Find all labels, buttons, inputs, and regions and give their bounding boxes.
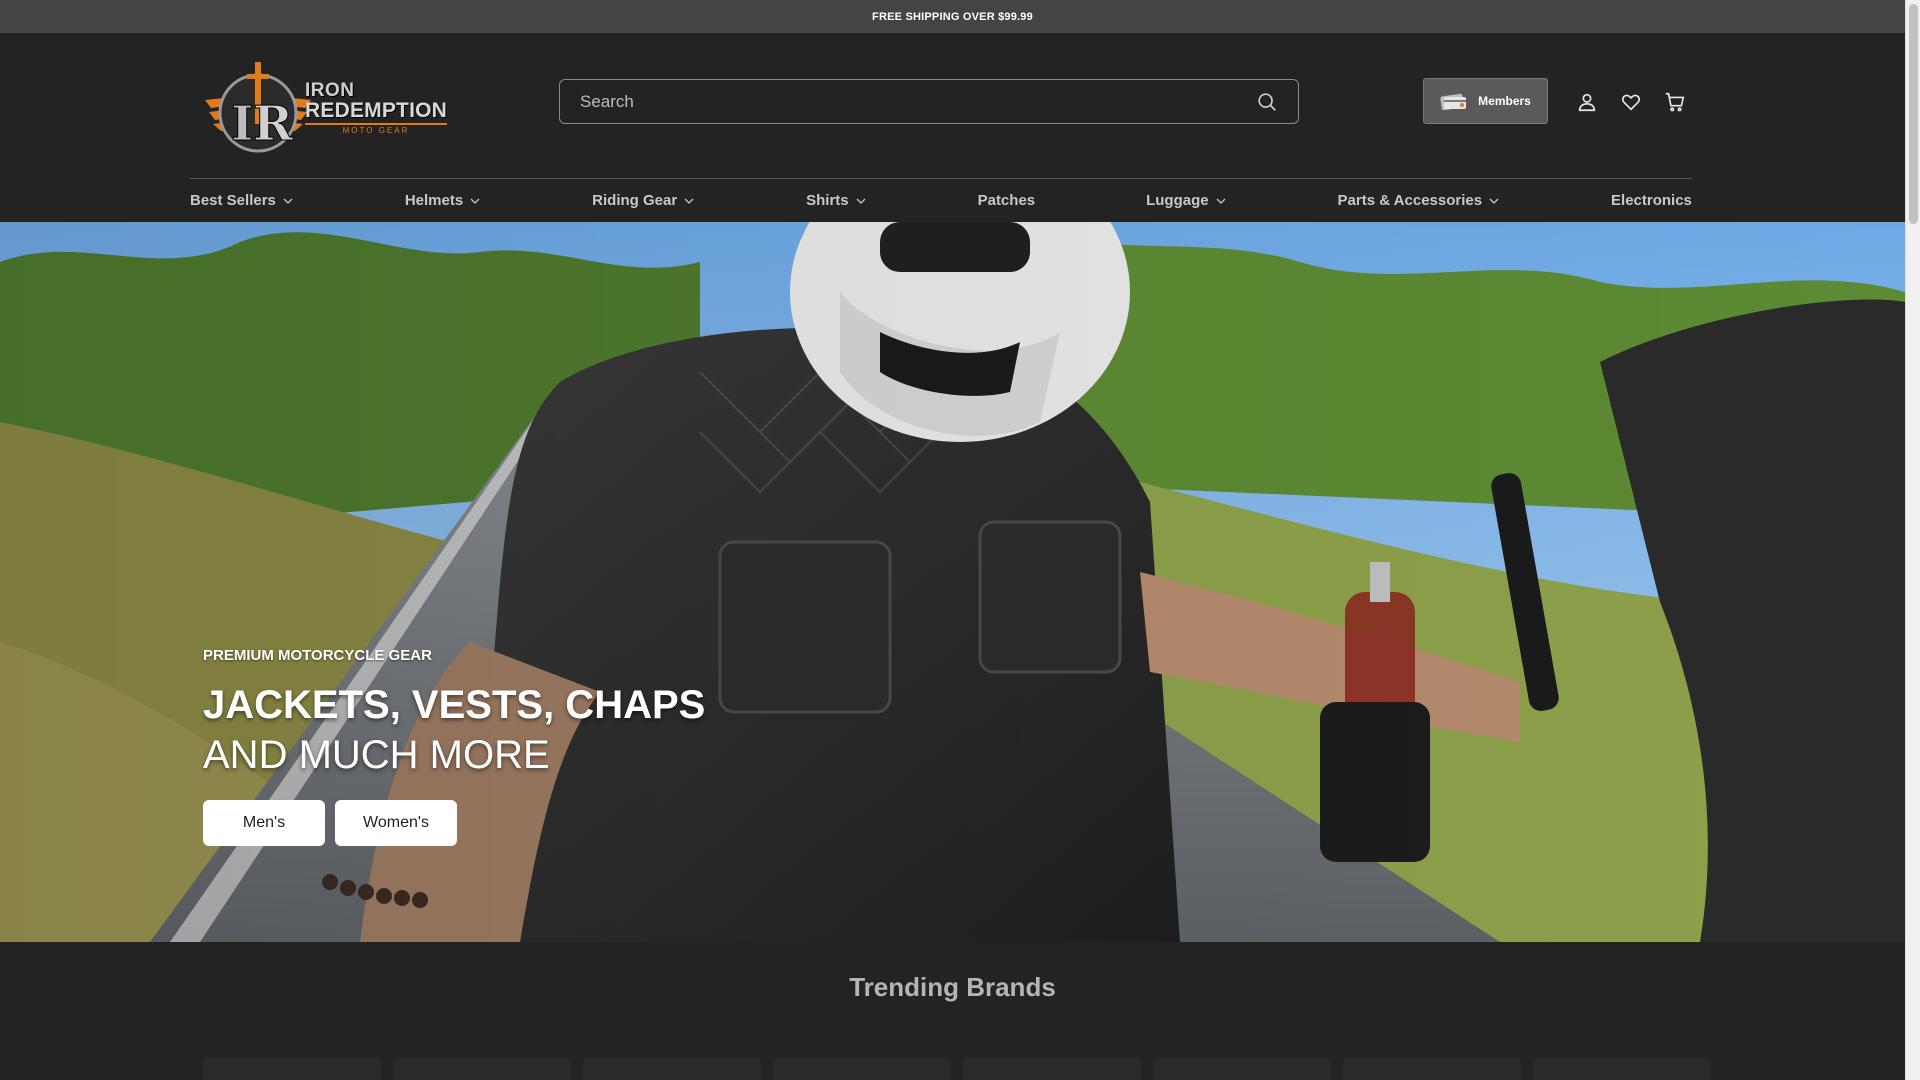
chevron-down-icon: [855, 195, 867, 207]
trending-brands-title: Trending Brands: [849, 972, 1056, 1002]
search-bar: [559, 79, 1299, 124]
hero-subtitle: AND MUCH MORE: [203, 733, 550, 777]
brand-card[interactable]: [203, 1058, 381, 1080]
nav-label: Luggage: [1146, 192, 1209, 209]
site-logo[interactable]: I R IRON REDEMPTION MOTO GEAR: [203, 53, 448, 163]
logo-wordmark: IRON REDEMPTION MOTO GEAR: [305, 80, 448, 135]
brand-card[interactable]: [1343, 1058, 1521, 1080]
nav-item-helmets[interactable]: Helmets: [405, 192, 481, 209]
chevron-down-icon: [1215, 195, 1227, 207]
brand-card[interactable]: [1153, 1058, 1331, 1080]
account-icon[interactable]: [1574, 89, 1600, 115]
brand-card-row: [203, 1058, 1711, 1080]
scrollbar-thumb[interactable]: [1909, 4, 1918, 224]
members-button[interactable]: Members: [1423, 78, 1548, 124]
members-card-icon: [1440, 92, 1468, 110]
nav-label: Helmets: [404, 192, 464, 209]
logo-emblem-icon: I R: [203, 58, 313, 158]
nav-item-luggage[interactable]: Luggage: [1146, 192, 1227, 209]
chevron-down-icon: [1488, 195, 1500, 207]
trending-brands-section: Trending Brands: [0, 942, 1905, 1080]
nav-label: Best Sellers: [190, 192, 276, 209]
nav-label: Shirts: [806, 192, 849, 209]
nav-label: Parts & Accessories: [1337, 192, 1483, 209]
site-header: I R IRON REDEMPTION MOTO GEAR Search Mem…: [0, 33, 1905, 178]
brand-card[interactable]: [583, 1058, 761, 1080]
brand-card[interactable]: [963, 1058, 1141, 1080]
main-nav: Best Sellers Helmets Riding Gear Shirts …: [190, 178, 1692, 222]
brand-card[interactable]: [773, 1058, 951, 1080]
nav-item-patches[interactable]: Patches: [978, 192, 1036, 209]
announcement-text: FREE SHIPPING OVER $99.99: [872, 10, 1033, 23]
wishlist-heart-icon[interactable]: [1618, 89, 1644, 115]
nav-item-electronics[interactable]: Electronics: [1611, 192, 1692, 209]
members-label: Members: [1478, 94, 1531, 108]
hero-title: JACKETS, VESTS, CHAPS: [203, 683, 706, 727]
brand-card[interactable]: [1533, 1058, 1711, 1080]
hero-banner: PREMIUM MOTORCYCLE GEAR JACKETS, VESTS, …: [0, 222, 1905, 942]
nav-item-parts-accessories[interactable]: Parts & Accessories: [1338, 192, 1501, 209]
hero-content: PREMIUM MOTORCYCLE GEAR JACKETS, VESTS, …: [203, 647, 903, 846]
search-input[interactable]: [578, 90, 1254, 113]
nav-item-riding-gear[interactable]: Riding Gear: [592, 192, 695, 209]
svg-text:I: I: [231, 96, 253, 152]
hero-button-group: Men's Women's: [203, 800, 903, 846]
mens-button[interactable]: Men's: [203, 800, 325, 846]
womens-button[interactable]: Women's: [335, 800, 457, 846]
nav-label: Electronics: [1611, 192, 1692, 209]
cart-icon[interactable]: [1662, 89, 1688, 115]
announcement-bar: FREE SHIPPING OVER $99.99: [0, 0, 1905, 33]
header-icon-group: [1574, 89, 1688, 115]
svg-text:R: R: [253, 96, 294, 152]
search-icon[interactable]: [1254, 89, 1280, 115]
chevron-down-icon: [469, 195, 481, 207]
nav-label: Patches: [977, 192, 1036, 209]
nav-label: Riding Gear: [592, 192, 678, 209]
page: FREE SHIPPING OVER $99.99 I R IRON REDEM…: [0, 0, 1905, 1080]
chevron-down-icon: [282, 195, 294, 207]
nav-item-shirts[interactable]: Shirts: [806, 192, 867, 209]
logo-line-redemption: REDEMPTION: [305, 100, 448, 125]
logo-line-iron: IRON: [305, 80, 355, 101]
brand-card[interactable]: [393, 1058, 571, 1080]
nav-item-best-sellers[interactable]: Best Sellers: [190, 192, 294, 209]
hero-eyebrow: PREMIUM MOTORCYCLE GEAR: [203, 647, 432, 664]
chevron-down-icon: [683, 195, 695, 207]
logo-line-moto-gear: MOTO GEAR: [342, 126, 410, 135]
page-scrollbar[interactable]: [1905, 0, 1920, 1080]
